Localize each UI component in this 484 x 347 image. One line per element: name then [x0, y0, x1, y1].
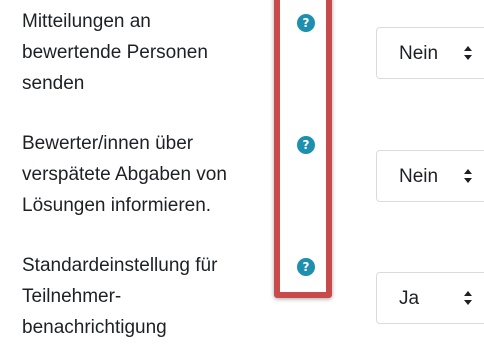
- default-student-notification-select[interactable]: Ja: [376, 272, 484, 324]
- label-line: Bewerter/innen über: [22, 133, 194, 154]
- help-icon[interactable]: ?: [297, 258, 315, 276]
- label-line: Mitteilungen an: [22, 11, 151, 32]
- setting-label: Bewerter/innen über verspätete Abgaben v…: [22, 128, 272, 221]
- setting-label: Mitteilungen an bewertende Personen send…: [22, 6, 272, 99]
- sort-caret-icon: [464, 169, 472, 183]
- label-line: bewertende Personen: [22, 42, 208, 63]
- late-submissions-select[interactable]: Nein: [376, 150, 484, 202]
- label-line: Lösungen informieren.: [22, 195, 212, 216]
- sort-caret-icon: [464, 291, 472, 305]
- select-value: Nein: [399, 43, 439, 64]
- label-line: benachrichtigung: [22, 317, 167, 338]
- help-icon[interactable]: ?: [297, 136, 315, 154]
- help-icon[interactable]: ?: [297, 14, 315, 32]
- select-value: Ja: [399, 288, 420, 309]
- label-line: senden: [22, 73, 85, 94]
- setting-label: Standardeinstellung für Teilnehmer- bena…: [22, 250, 272, 343]
- sort-caret-icon: [464, 46, 472, 60]
- label-line: Teilnehmer-: [22, 286, 122, 307]
- notify-graders-select[interactable]: Nein: [376, 27, 484, 79]
- select-value: Nein: [399, 166, 439, 187]
- label-line: verspätete Abgaben von: [22, 164, 227, 185]
- label-line: Standardeinstellung für: [22, 255, 218, 276]
